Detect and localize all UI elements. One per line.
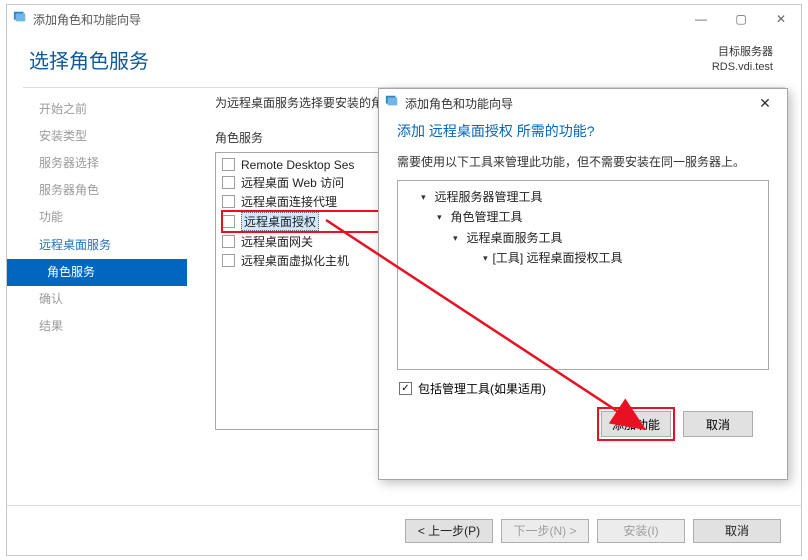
dialog-description: 需要使用以下工具来管理此功能，但不需要安装在同一服务器上。 xyxy=(397,153,769,170)
nav-results[interactable]: 结果 xyxy=(7,313,187,340)
maximize-button[interactable]: ▢ xyxy=(721,5,761,33)
prev-button[interactable]: < 上一步(P) xyxy=(405,519,493,543)
nav-server-select[interactable]: 服务器选择 xyxy=(7,150,187,177)
include-tools-checkbox[interactable]: ✓ 包括管理工具(如果适用) xyxy=(399,380,769,397)
include-tools-label: 包括管理工具(如果适用) xyxy=(418,380,546,397)
nav-confirm[interactable]: 确认 xyxy=(7,286,187,313)
dialog-heading: 添加 远程桌面授权 所需的功能? xyxy=(397,121,769,141)
minimize-button[interactable]: ― xyxy=(681,5,721,33)
add-features-dialog: 添加角色和功能向导 ✕ 添加 远程桌面授权 所需的功能? 需要使用以下工具来管理… xyxy=(378,88,788,480)
tree-leaf[interactable]: [工具] 远程桌面授权工具 xyxy=(484,248,760,268)
checkbox-icon[interactable] xyxy=(222,254,235,267)
tree-node[interactable]: 远程桌面服务工具 [工具] 远程桌面授权工具 xyxy=(454,228,760,269)
wizard-nav: 开始之前 安装类型 服务器选择 服务器角色 功能 远程桌面服务 角色服务 确认 … xyxy=(7,88,187,488)
target-info: 目标服务器 RDS.vdi.test xyxy=(712,45,773,75)
nav-before[interactable]: 开始之前 xyxy=(7,96,187,123)
nav-role-services[interactable]: 角色服务 xyxy=(7,259,187,286)
dialog-titlebar: 添加角色和功能向导 ✕ xyxy=(379,89,787,115)
tree-node[interactable]: 角色管理工具 远程桌面服务工具 [工具] 远程桌面授权工具 xyxy=(438,207,760,268)
next-button: 下一步(N) > xyxy=(501,519,589,543)
close-button[interactable]: ✕ xyxy=(761,5,801,33)
tree-node[interactable]: 远程服务器管理工具 角色管理工具 远程桌面服务工具 [工具] 远程桌面授权工具 xyxy=(422,187,760,269)
nav-server-roles[interactable]: 服务器角色 xyxy=(7,177,187,204)
target-label: 目标服务器 xyxy=(712,45,773,60)
close-icon[interactable]: ✕ xyxy=(747,95,783,112)
window-title: 添加角色和功能向导 xyxy=(33,11,681,28)
checkbox-icon[interactable] xyxy=(222,158,235,171)
checkbox-icon[interactable] xyxy=(222,176,235,189)
target-value: RDS.vdi.test xyxy=(712,60,773,75)
dialog-title: 添加角色和功能向导 xyxy=(405,95,747,112)
page-title: 选择角色服务 xyxy=(29,45,712,74)
checkbox-icon[interactable] xyxy=(222,235,235,248)
feature-tree: 远程服务器管理工具 角色管理工具 远程桌面服务工具 [工具] 远程桌面授权工具 xyxy=(397,180,769,370)
checkbox-icon[interactable]: ✓ xyxy=(399,382,412,395)
server-manager-icon xyxy=(13,10,27,29)
checkbox-icon[interactable] xyxy=(222,195,235,208)
titlebar: 添加角色和功能向导 ― ▢ ✕ xyxy=(7,5,801,33)
nav-install-type[interactable]: 安装类型 xyxy=(7,123,187,150)
nav-rds[interactable]: 远程桌面服务 xyxy=(7,232,187,259)
add-features-button[interactable]: 添加功能 xyxy=(601,411,671,437)
cancel-button[interactable]: 取消 xyxy=(693,519,781,543)
nav-features[interactable]: 功能 xyxy=(7,204,187,231)
dialog-cancel-button[interactable]: 取消 xyxy=(683,411,753,437)
install-button: 安装(I) xyxy=(597,519,685,543)
checkbox-icon[interactable] xyxy=(222,215,235,228)
server-manager-icon xyxy=(385,94,399,113)
wizard-footer: < 上一步(P) 下一步(N) > 安装(I) 取消 xyxy=(7,505,801,555)
